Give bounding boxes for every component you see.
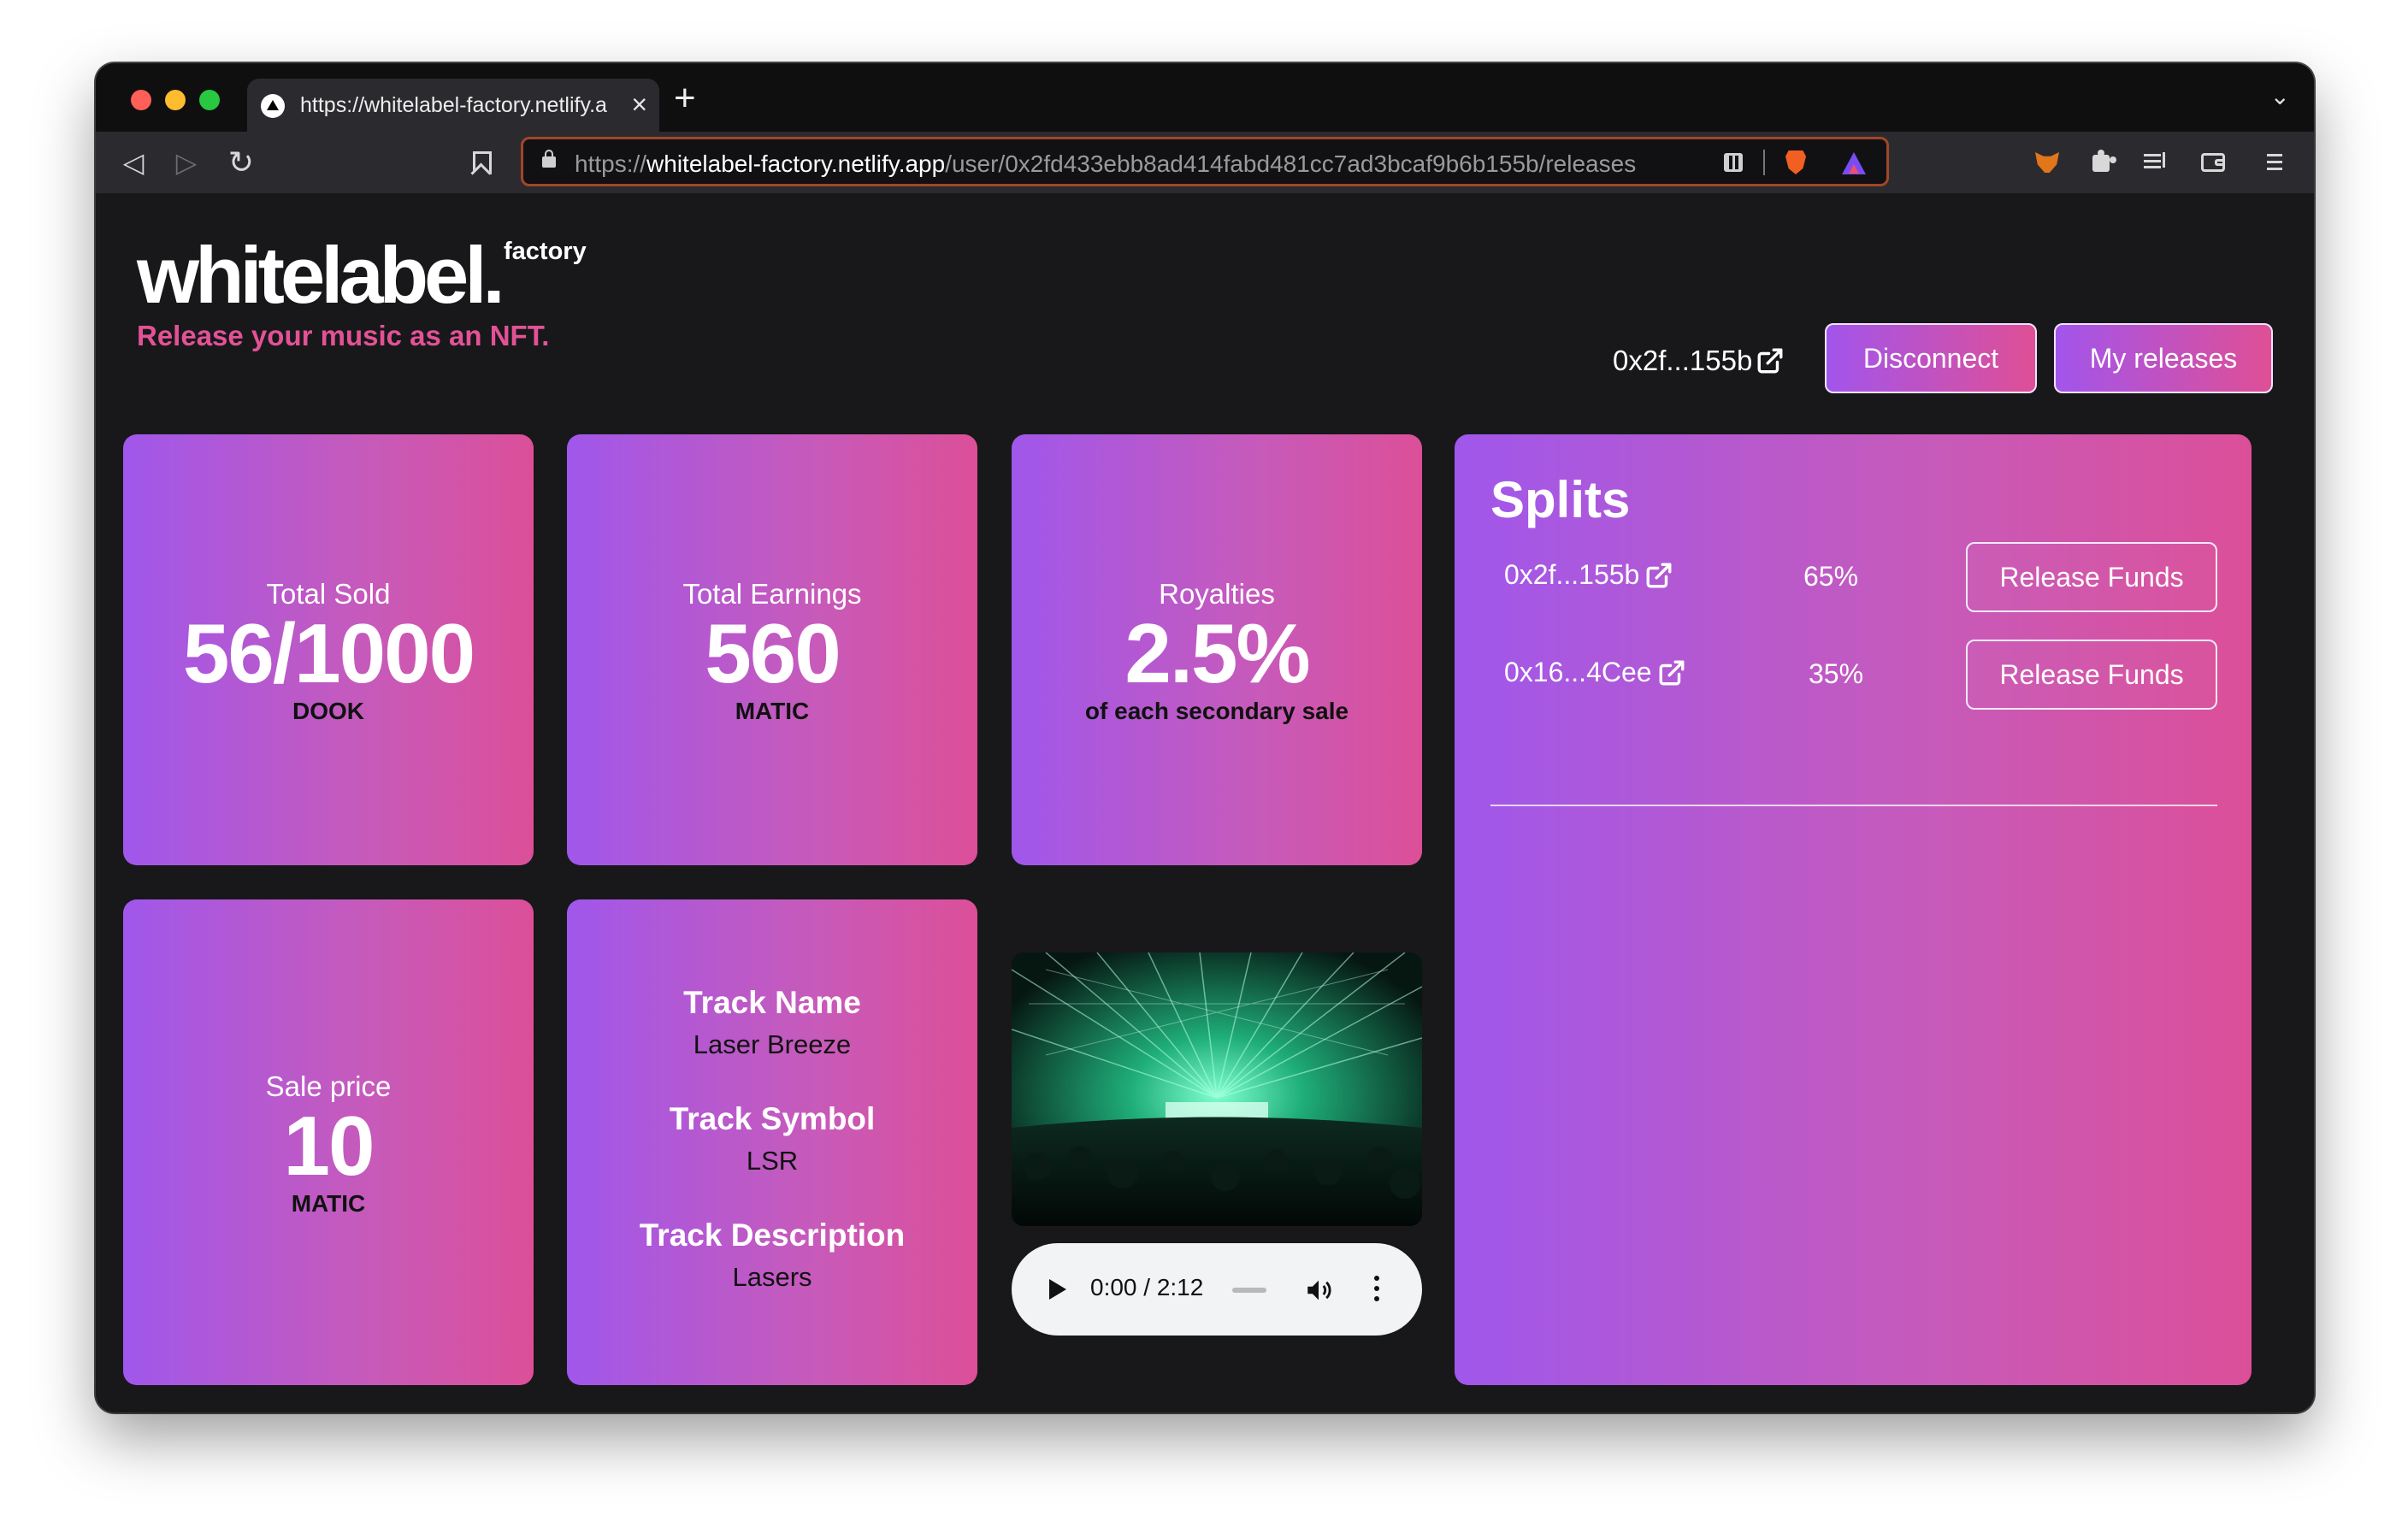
sale-price-card: Sale price 10 MATIC	[123, 899, 534, 1385]
track-name-label: Track Name	[683, 985, 861, 1020]
maximize-window-button[interactable]	[199, 90, 220, 110]
sale-price-value: 10	[283, 1099, 375, 1193]
play-icon[interactable]	[1049, 1279, 1066, 1300]
concert-laser-image	[1012, 952, 1422, 1226]
disconnect-button[interactable]: Disconnect	[1825, 323, 2037, 393]
volume-icon[interactable]	[1304, 1276, 1333, 1305]
url-host: whitelabel-factory.netlify.app	[646, 150, 946, 177]
external-link-icon	[1756, 346, 1785, 375]
close-window-button[interactable]	[131, 90, 151, 110]
track-symbol-value: LSR	[746, 1146, 799, 1176]
tagline: Release your music as an NFT.	[137, 320, 550, 351]
wallet-address: 0x2f...155b	[1613, 345, 1753, 376]
browser-toolbar: ◁ ▷ ↻ https://whitelabel-factory.netlify…	[96, 132, 2314, 193]
royalties-unit: of each secondary sale	[1084, 698, 1349, 724]
back-button[interactable]: ◁	[113, 142, 154, 183]
lock-icon	[542, 150, 556, 168]
url-separator	[1763, 150, 1765, 175]
release-funds-button[interactable]: Release Funds	[1966, 640, 2217, 710]
split-address: 0x16...4Cee	[1504, 657, 1652, 687]
total-sold-value: 56/1000	[182, 606, 475, 700]
external-link-icon	[1644, 561, 1673, 590]
wallet-icon[interactable]	[2193, 142, 2234, 183]
splits-card: Splits 0x2f...155b 65% Release Funds 0x1…	[1455, 434, 2252, 1385]
favicon-icon	[261, 94, 285, 118]
tab-close-icon[interactable]: ×	[631, 89, 647, 120]
split-address-link[interactable]: 0x16...4Cee	[1504, 657, 1686, 688]
metamask-fox-icon[interactable]	[2027, 142, 2068, 183]
tab-list-chevron-icon[interactable]: ⌄	[2270, 82, 2290, 110]
split-row: 0x16...4Cee 35% Release Funds	[1490, 640, 2217, 711]
forward-button[interactable]: ▷	[166, 142, 207, 183]
playlist-icon[interactable]	[2134, 142, 2175, 183]
hamburger-menu-icon[interactable]	[2254, 142, 2295, 183]
reload-button[interactable]: ↻	[221, 142, 262, 183]
royalties-value: 2.5%	[1124, 606, 1310, 700]
page-content: whitelabel. factory Release your music a…	[96, 193, 2314, 1412]
total-earnings-unit: MATIC	[735, 698, 810, 724]
splits-title: Splits	[1490, 471, 1631, 528]
url-path: /user/0x2fd433ebb8ad414fabd481cc7ad3bcaf…	[945, 150, 1637, 177]
bookmark-icon[interactable]	[459, 142, 500, 183]
url-scheme: https://	[575, 150, 647, 177]
address-bar[interactable]: https://whitelabel-factory.netlify.app/u…	[521, 137, 1889, 186]
split-address-link[interactable]: 0x2f...155b	[1504, 559, 1673, 591]
logo-subtitle: factory	[504, 238, 587, 265]
audio-progress-bar[interactable]	[1232, 1288, 1266, 1293]
more-options-icon[interactable]	[1374, 1276, 1379, 1281]
track-description-label: Track Description	[639, 1218, 906, 1253]
brave-rewards-icon[interactable]	[1838, 148, 1869, 179]
wallet-address-link[interactable]: 0x2f...155b	[1613, 342, 1785, 380]
tab-bar: https://whitelabel-factory.netlify.app ×…	[96, 63, 2314, 132]
brave-shields-icon[interactable]	[1780, 148, 1811, 179]
track-artwork	[1012, 952, 1422, 1226]
split-percent: 65%	[1803, 561, 1859, 592]
release-funds-button[interactable]: Release Funds	[1966, 542, 2217, 612]
split-percent: 35%	[1809, 658, 1864, 689]
total-sold-unit: DOOK	[292, 698, 364, 724]
split-address: 0x2f...155b	[1504, 559, 1640, 590]
total-earnings-value: 560	[705, 606, 841, 700]
split-divider	[1490, 805, 2217, 806]
track-symbol-label: Track Symbol	[669, 1101, 876, 1136]
audio-time: 0:00 / 2:12	[1090, 1274, 1204, 1300]
total-sold-card: Total Sold 56/1000 DOOK	[123, 434, 534, 865]
new-tab-button[interactable]: +	[674, 80, 696, 117]
browser-window: https://whitelabel-factory.netlify.app ×…	[96, 63, 2314, 1412]
track-name-value: Laser Breeze	[693, 1029, 852, 1059]
external-link-icon	[1657, 658, 1686, 687]
extensions-puzzle-icon[interactable]	[2081, 142, 2122, 183]
royalties-card: Royalties 2.5% of each secondary sale	[1012, 434, 1422, 865]
sale-price-unit: MATIC	[291, 1190, 366, 1217]
audio-player: 0:00 / 2:12	[1012, 1243, 1422, 1336]
track-info-card: Track Name Laser Breeze Track Symbol LSR…	[567, 899, 977, 1385]
logo[interactable]: whitelabel.	[137, 233, 505, 318]
url-text[interactable]: https://whitelabel-factory.netlify.app/u…	[575, 150, 1703, 178]
qr-code-icon[interactable]	[1719, 148, 1750, 179]
track-description-value: Lasers	[732, 1262, 812, 1292]
my-releases-button[interactable]: My releases	[2054, 323, 2273, 393]
browser-tab[interactable]: https://whitelabel-factory.netlify.app ×	[247, 79, 659, 132]
tab-title: https://whitelabel-factory.netlify.app	[300, 93, 608, 117]
minimize-window-button[interactable]	[165, 90, 186, 110]
total-earnings-card: Total Earnings 560 MATIC	[567, 434, 977, 865]
split-row: 0x2f...155b 65% Release Funds	[1490, 542, 2217, 614]
